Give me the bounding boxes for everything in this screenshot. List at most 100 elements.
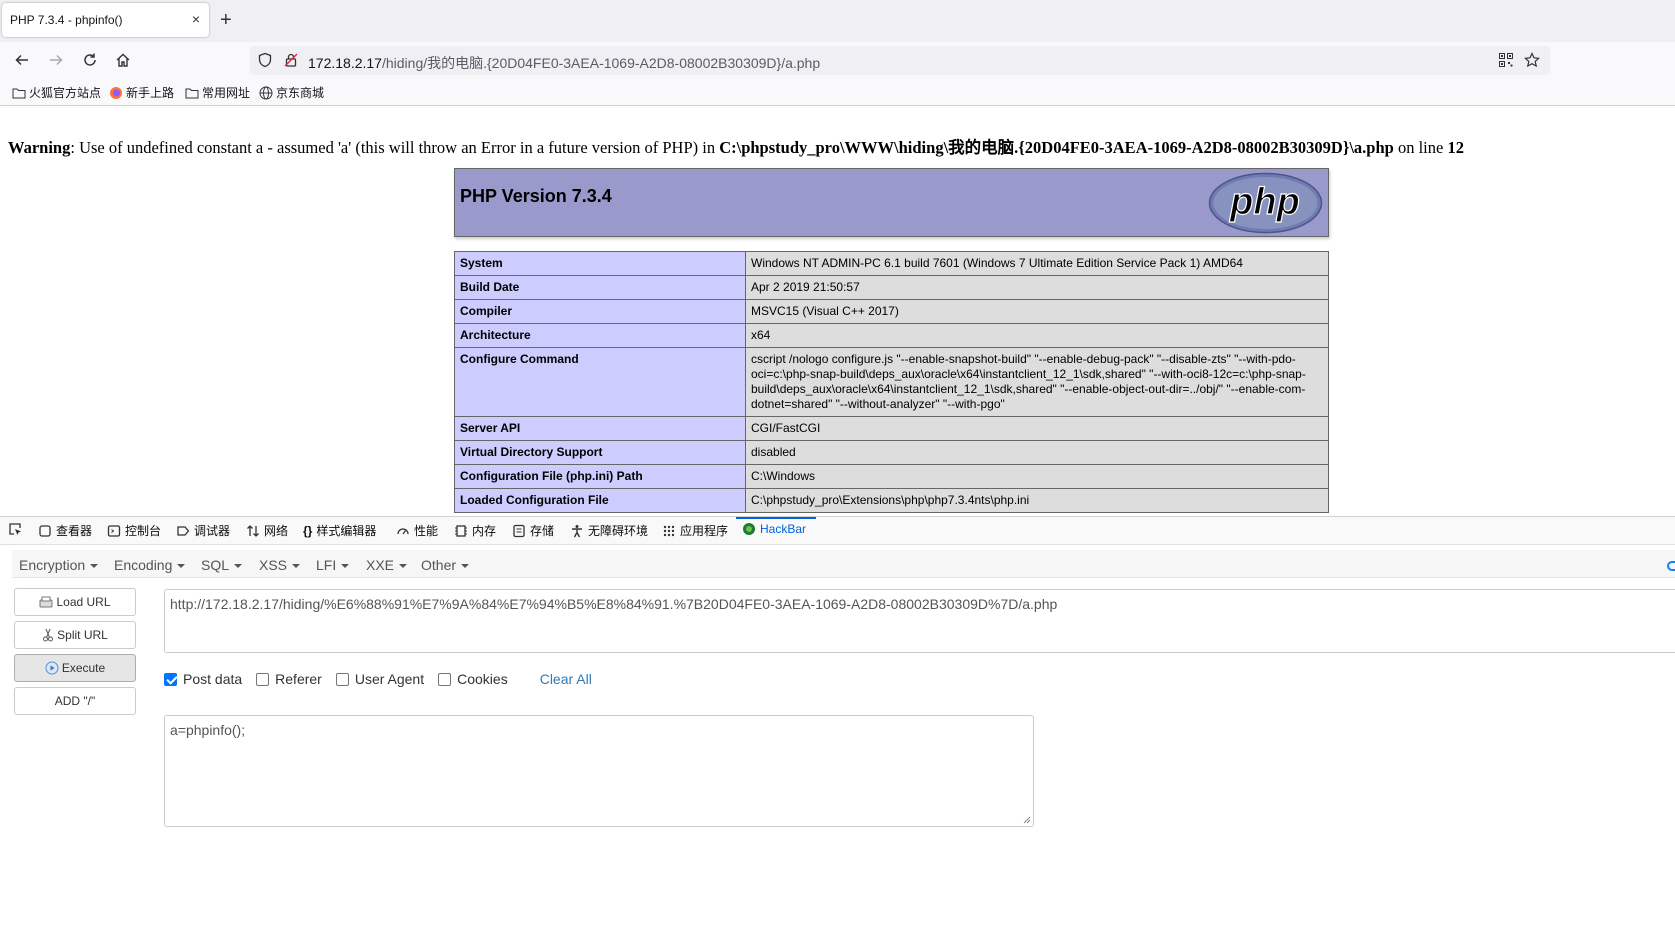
cookies-checkbox[interactable]: Cookies bbox=[438, 671, 508, 687]
insecure-lock-icon[interactable] bbox=[283, 52, 299, 68]
memory-icon bbox=[455, 524, 467, 537]
forward-icon[interactable] bbox=[45, 49, 67, 71]
tab-application[interactable]: 应用程序 bbox=[662, 522, 728, 539]
shield-icon[interactable] bbox=[257, 52, 273, 68]
row-value: Windows NT ADMIN-PC 6.1 build 7601 (Wind… bbox=[745, 251, 1329, 276]
clear-all-link[interactable]: Clear All bbox=[540, 671, 592, 687]
bookmark-item[interactable]: 常用网址 bbox=[185, 84, 250, 101]
url-input-value: http://172.18.2.17/hiding/%E6%88%91%E7%9… bbox=[170, 596, 1058, 612]
php-logo-icon[interactable]: php bbox=[1208, 172, 1323, 234]
bookmark-item[interactable]: 新手上路 bbox=[109, 84, 174, 101]
load-url-button[interactable]: Load URL bbox=[14, 588, 136, 616]
chevron-down-icon bbox=[177, 564, 186, 569]
play-icon bbox=[45, 661, 59, 675]
inspector-icon bbox=[39, 524, 51, 537]
browser-tab[interactable]: PHP 7.3.4 - phpinfo() × bbox=[2, 3, 209, 37]
home-icon[interactable] bbox=[112, 49, 134, 71]
execute-button[interactable]: Execute bbox=[14, 654, 136, 682]
chevron-down-icon bbox=[234, 564, 243, 569]
menu-encoding[interactable]: Encoding bbox=[114, 557, 186, 573]
bookmarks-toolbar: 火狐官方站点 新手上路 常用网址 京东商城 bbox=[0, 78, 1675, 106]
tab-close-icon[interactable]: × bbox=[192, 11, 200, 27]
tab-inspector[interactable]: 查看器 bbox=[38, 522, 92, 539]
tab-storage[interactable]: 存储 bbox=[512, 522, 554, 539]
console-icon bbox=[107, 524, 121, 537]
chevron-down-icon bbox=[399, 564, 408, 569]
bookmark-star-icon[interactable] bbox=[1521, 49, 1543, 71]
firefox-icon bbox=[110, 86, 122, 99]
load-icon bbox=[39, 596, 53, 608]
user-agent-checkbox[interactable]: User Agent bbox=[335, 671, 424, 687]
split-url-button[interactable]: Split URL bbox=[14, 621, 136, 649]
row-key: Virtual Directory Support bbox=[454, 440, 746, 465]
qr-code-icon[interactable] bbox=[1495, 49, 1517, 71]
request-options: Post data Referer User Agent Cookies Cle… bbox=[164, 669, 592, 689]
sidebar-toggle-icon[interactable] bbox=[1667, 561, 1675, 571]
row-value: cscript /nologo configure.js "--enable-s… bbox=[745, 347, 1329, 417]
tab-network[interactable]: 网络 bbox=[246, 522, 288, 539]
active-tab-indicator bbox=[736, 517, 816, 519]
tab-hackbar[interactable]: HackBar bbox=[742, 522, 806, 536]
phpinfo-table: System Windows NT ADMIN-PC 6.1 build 7601… bbox=[454, 251, 1329, 513]
navigation-bar: 172.18.2.17/hiding/我的电脑.{20D04FE0-3AEA-1… bbox=[0, 42, 1675, 78]
bookmark-item[interactable]: 京东商城 bbox=[259, 84, 324, 101]
checkbox-checked[interactable] bbox=[164, 672, 177, 686]
post-data-input[interactable]: a=phpinfo(); bbox=[164, 715, 1034, 827]
menu-encryption[interactable]: Encryption bbox=[19, 557, 99, 573]
chevron-down-icon bbox=[292, 564, 301, 569]
row-value: MSVC15 (Visual C++ 2017) bbox=[745, 299, 1329, 324]
add-slash-button[interactable]: ADD "/" bbox=[14, 687, 136, 715]
hackbar-menu: Encryption Encoding SQL XSS LFI XXE Othe… bbox=[12, 550, 1675, 578]
row-value: CGI/FastCGI bbox=[745, 416, 1329, 441]
table-row: Configure Command cscript /nologo configu… bbox=[454, 347, 1329, 417]
php-version-header: PHP Version 7.3.4 php bbox=[454, 168, 1329, 237]
post-data-checkbox[interactable]: Post data bbox=[164, 671, 242, 687]
svg-text:php: php bbox=[1229, 181, 1300, 223]
tab-debugger[interactable]: 调试器 bbox=[176, 522, 230, 539]
chevron-down-icon bbox=[90, 564, 99, 569]
storage-icon bbox=[513, 524, 525, 537]
table-row: Build Date Apr 2 2019 21:50:57 bbox=[454, 275, 1329, 300]
row-value: x64 bbox=[745, 323, 1329, 348]
checkbox-unchecked[interactable] bbox=[256, 672, 270, 686]
tab-style-editor[interactable]: {} 样式编辑器 bbox=[303, 522, 376, 539]
checkbox-unchecked[interactable] bbox=[335, 672, 349, 686]
menu-xxe[interactable]: XXE bbox=[366, 557, 408, 573]
tab-performance[interactable]: 性能 bbox=[396, 522, 438, 539]
table-row: System Windows NT ADMIN-PC 6.1 build 7601… bbox=[454, 251, 1329, 276]
checkbox-unchecked[interactable] bbox=[438, 672, 452, 686]
tab-title: PHP 7.3.4 - phpinfo() bbox=[10, 13, 123, 27]
url-bar[interactable]: 172.18.2.17/hiding/我的电脑.{20D04FE0-3AEA-1… bbox=[250, 46, 1550, 75]
element-picker-icon[interactable] bbox=[8, 522, 22, 536]
application-icon bbox=[663, 525, 675, 536]
tab-strip: PHP 7.3.4 - phpinfo() × + bbox=[0, 0, 1675, 42]
style-editor-icon: {} bbox=[303, 523, 313, 538]
tab-console[interactable]: 控制台 bbox=[107, 522, 161, 539]
url-text[interactable]: 172.18.2.17/hiding/我的电脑.{20D04FE0-3AEA-1… bbox=[308, 53, 820, 73]
row-key: Configuration File (php.ini) Path bbox=[454, 464, 746, 489]
row-key: Configure Command bbox=[454, 347, 746, 417]
bookmark-item[interactable]: 火狐官方站点 bbox=[12, 84, 101, 101]
chevron-down-icon bbox=[341, 564, 350, 569]
table-row: Virtual Directory Support disabled bbox=[454, 440, 1329, 465]
table-row: Configuration File (php.ini) Path C:\Wind… bbox=[454, 464, 1329, 489]
menu-other[interactable]: Other bbox=[421, 557, 470, 573]
row-key: Architecture bbox=[454, 323, 746, 348]
referer-checkbox[interactable]: Referer bbox=[256, 671, 322, 687]
chevron-down-icon bbox=[461, 564, 470, 569]
back-icon[interactable] bbox=[11, 49, 33, 71]
menu-xss[interactable]: XSS bbox=[259, 557, 301, 573]
row-value: disabled bbox=[745, 440, 1329, 465]
php-version-title: PHP Version 7.3.4 bbox=[460, 186, 612, 206]
url-input[interactable]: http://172.18.2.17/hiding/%E6%88%91%E7%9… bbox=[164, 589, 1675, 653]
tab-memory[interactable]: 内存 bbox=[454, 522, 496, 539]
resize-grip-icon[interactable] bbox=[1021, 814, 1031, 824]
tab-accessibility[interactable]: 无障碍环境 bbox=[570, 522, 648, 539]
reload-icon[interactable] bbox=[79, 49, 101, 71]
menu-lfi[interactable]: LFI bbox=[316, 557, 350, 573]
debugger-icon bbox=[177, 525, 190, 536]
row-value: C:\phpstudy_pro\Extensions\php\php7.3.4n… bbox=[745, 488, 1329, 513]
menu-sql[interactable]: SQL bbox=[201, 557, 243, 573]
new-tab-icon[interactable]: + bbox=[220, 9, 232, 31]
table-row: Architecture x64 bbox=[454, 323, 1329, 348]
